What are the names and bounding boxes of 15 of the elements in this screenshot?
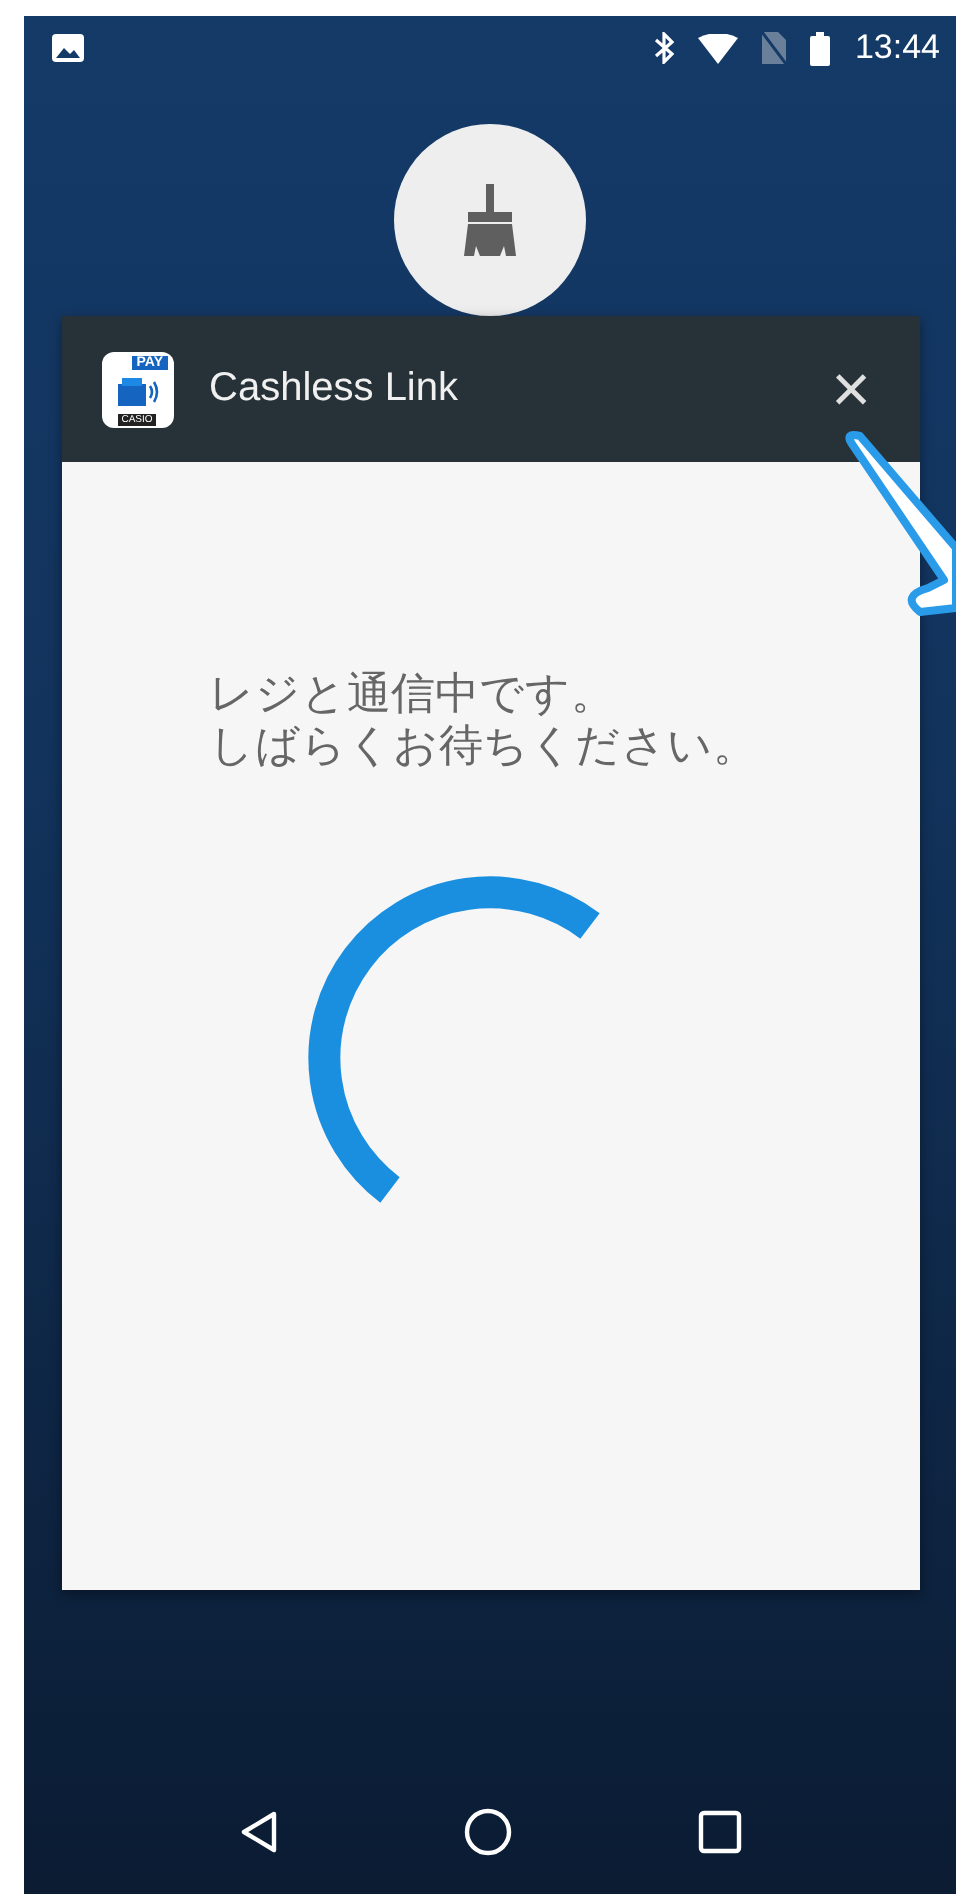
status-message: レジと通信中です。: [209, 670, 617, 722]
status-time: 13:44: [854, 28, 940, 68]
battery-icon: [810, 31, 831, 65]
back-button[interactable]: [237, 1810, 278, 1854]
app-title: Cashless Link: [209, 366, 461, 412]
status-message: しばらくお待ちください。: [209, 722, 757, 774]
bluetooth-icon: [654, 32, 675, 64]
image-notification-icon: [52, 34, 84, 62]
broom-icon: [462, 184, 518, 256]
register-icon: [115, 377, 159, 405]
close-button[interactable]: ×: [831, 355, 871, 423]
wifi-icon: [698, 33, 739, 63]
recent-apps-button[interactable]: [698, 1810, 743, 1854]
home-button[interactable]: [463, 1808, 512, 1856]
no-sim-icon: [762, 32, 787, 64]
